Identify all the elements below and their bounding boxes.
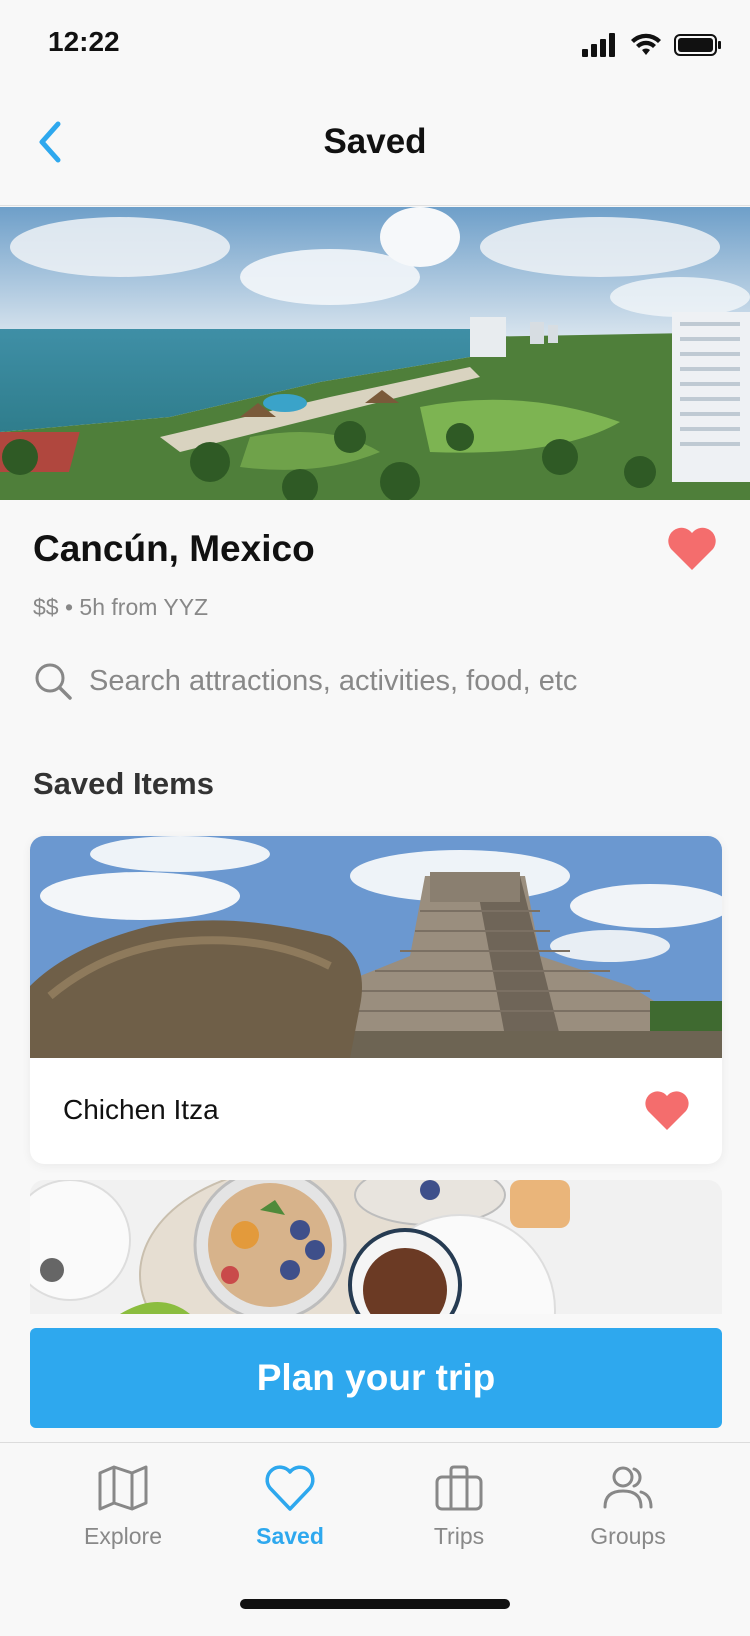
- tab-explore[interactable]: Explore: [43, 1461, 203, 1571]
- cta-container: Plan your trip: [0, 1314, 750, 1442]
- destination-meta: $$ • 5h from YYZ: [33, 594, 209, 620]
- destination-title: Cancún, Mexico: [33, 528, 315, 569]
- tab-label: Groups: [590, 1523, 666, 1549]
- favorite-item-button[interactable]: [644, 1090, 690, 1132]
- map-icon: [98, 1465, 148, 1511]
- heart-filled-icon: [668, 527, 716, 570]
- tab-trips[interactable]: Trips: [379, 1461, 539, 1571]
- favorite-destination-button[interactable]: [666, 526, 718, 572]
- destination-hero-image: [0, 207, 750, 500]
- tab-label: Saved: [256, 1523, 324, 1549]
- chichen-itza-image: [30, 836, 722, 1058]
- battery-icon: [674, 34, 721, 56]
- saved-item-card-partial[interactable]: [30, 1180, 722, 1314]
- tab-bar: Explore Saved Trips Groups: [0, 1442, 750, 1636]
- saved-item-title: Chichen Itza: [63, 1094, 219, 1125]
- signal-icon: [582, 33, 615, 57]
- page-title: Saved: [323, 122, 427, 161]
- tab-saved[interactable]: Saved: [210, 1461, 370, 1571]
- search-placeholder: Search attractions, activities, food, et…: [89, 664, 578, 697]
- search-input[interactable]: Search attractions, activities, food, et…: [33, 656, 723, 706]
- status-bar: 12:22: [0, 0, 750, 88]
- heart-icon: [265, 1465, 315, 1511]
- users-icon: [603, 1466, 653, 1509]
- briefcase-icon: [435, 1465, 483, 1511]
- tab-label: Explore: [84, 1523, 162, 1549]
- saved-item-card[interactable]: Chichen Itza: [30, 836, 722, 1164]
- status-icons: [582, 30, 722, 60]
- tab-groups[interactable]: Groups: [548, 1461, 708, 1571]
- plan-trip-button[interactable]: Plan your trip: [30, 1328, 722, 1428]
- status-time: 12:22: [48, 26, 120, 57]
- wifi-icon: [631, 33, 661, 55]
- section-title-saved-items: Saved Items: [33, 766, 214, 801]
- nav-header: Saved: [0, 88, 750, 206]
- heart-filled-icon: [645, 1091, 689, 1130]
- tab-label: Trips: [433, 1523, 485, 1549]
- home-indicator: [240, 1599, 510, 1609]
- search-icon: [35, 663, 72, 700]
